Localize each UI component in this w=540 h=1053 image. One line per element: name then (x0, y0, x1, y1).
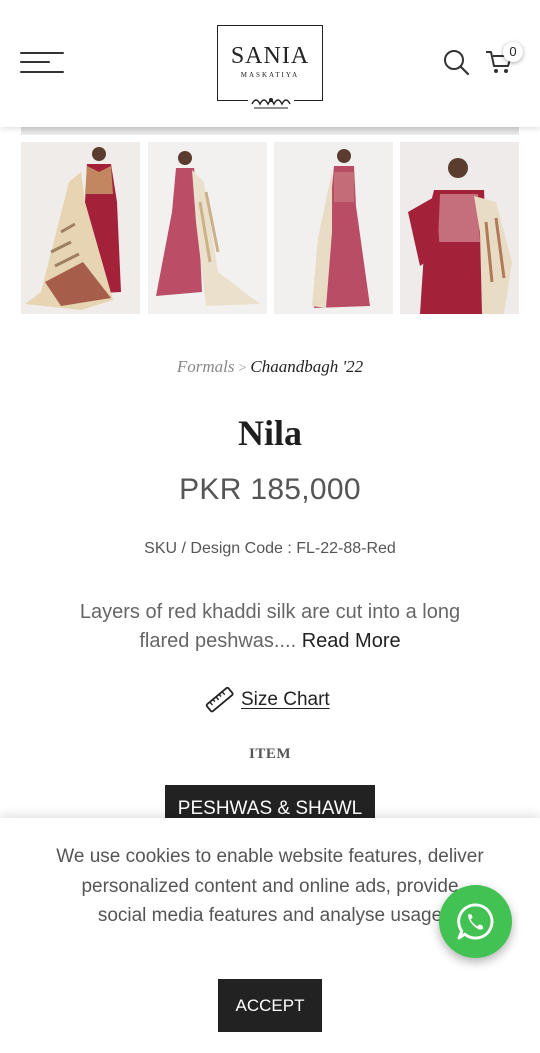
cart-count-badge: 0 (503, 42, 523, 62)
cookie-message: We use cookies to enable website feature… (56, 846, 484, 926)
size-chart-label: Size Chart (241, 689, 330, 710)
product-description-text: Layers of red khaddi silk are cut into a… (79, 601, 461, 652)
read-more-link[interactable]: Read More (302, 630, 401, 652)
brand-name: SANIA (230, 43, 310, 69)
ruler-icon (205, 686, 234, 713)
breadcrumb-separator: > (238, 361, 247, 376)
product-sku: SKU / Design Code : FL-22-88-Red (144, 540, 396, 557)
hamburger-menu-icon[interactable] (20, 50, 64, 76)
breadcrumb: Formals > Chaandbagh '22 (0, 357, 540, 377)
site-header: SANIA MASKATIYA 0 (0, 0, 540, 127)
thumbnail-3[interactable] (274, 142, 393, 314)
product-description: Layers of red khaddi silk are cut into a… (60, 598, 480, 656)
breadcrumb-parent-link[interactable]: Formals (177, 357, 235, 376)
search-icon[interactable] (442, 48, 470, 76)
product-title: Nila (237, 413, 302, 453)
product-price: PKR 185,000 (179, 473, 361, 506)
brand-logo[interactable]: SANIA MASKATIYA (217, 25, 323, 112)
logo-emblem-icon (248, 94, 294, 112)
thumbnail-4[interactable] (400, 142, 519, 314)
brand-subtitle: MASKATIYA (240, 71, 300, 79)
main-product-image[interactable] (21, 127, 519, 135)
whatsapp-chat-button[interactable] (439, 885, 512, 958)
item-heading: ITEM (248, 746, 291, 762)
breadcrumb-current: Chaandbagh '22 (250, 357, 364, 376)
thumbnail-1[interactable] (21, 142, 140, 314)
thumbnail-2[interactable] (148, 142, 267, 314)
accept-cookies-button[interactable]: ACCEPT (218, 979, 322, 1032)
whatsapp-icon (457, 903, 494, 940)
thumbnail-gallery (21, 142, 521, 314)
